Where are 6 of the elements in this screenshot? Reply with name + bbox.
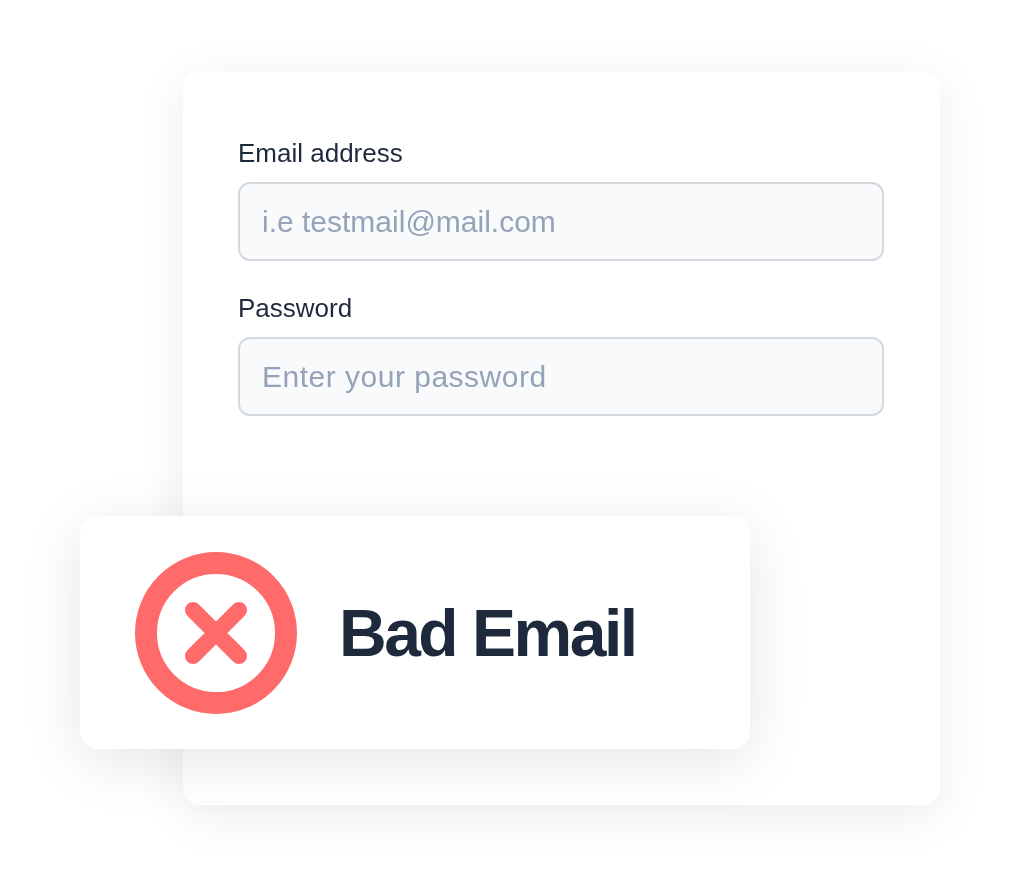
close-circle-icon xyxy=(135,551,297,714)
input-field[interactable]: Enter your password xyxy=(238,337,884,416)
toast-message: Bad Email xyxy=(339,599,636,666)
field-label: Password xyxy=(238,293,353,323)
input-field[interactable]: i.e testmail@mail.com xyxy=(238,182,884,261)
field-label: Email address xyxy=(238,138,403,168)
